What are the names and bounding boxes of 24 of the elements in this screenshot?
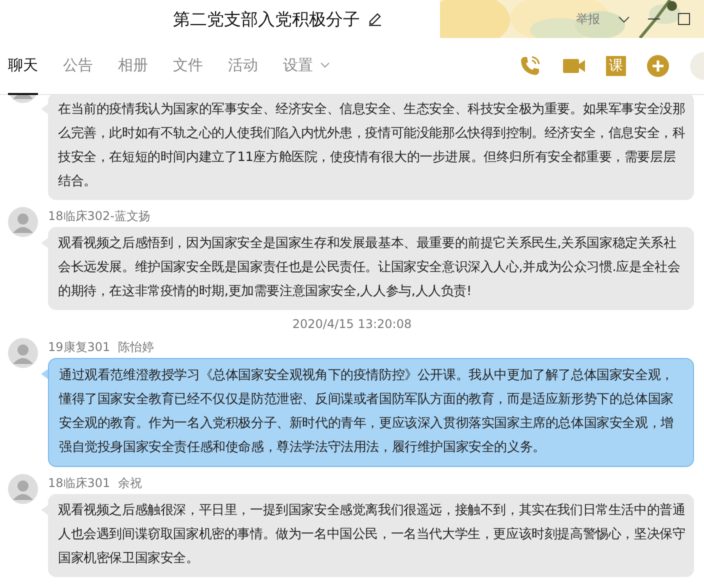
timestamp: 2020/4/15 13:20:08 — [292, 317, 412, 331]
phone-icon[interactable] — [518, 54, 542, 78]
tab[interactable]: 公告 — [63, 38, 93, 94]
tab[interactable]: 活动 — [228, 38, 258, 94]
message-bubble: 通过观看范维澄教授学习《总体国家安全观视角下的疫情防控》公开课。我从中更加了解了总体国家安全观，懂得了国家安全教育已经不仅仅是防范泄密、反间谍或者国防军队方面的教育，而是适应新形势下的总体国家安全观的教育。作为一名入党积极分子、新时代的青年，更应该深入贯彻落实国家主席的总体国家安全观，增强自觉投身国家安全责任感和使命感，尊法学法守法用法，履行维护国家安全的义务。 — [48, 358, 694, 467]
course-button[interactable]: 课 — [606, 56, 626, 76]
sender-name: 陈怡婷 — [118, 338, 154, 356]
sender-name: 19康复301 — [48, 338, 110, 356]
tab[interactable]: 文件 — [173, 38, 203, 94]
tab[interactable]: 设置 — [283, 38, 330, 94]
maximize-icon[interactable] — [678, 13, 690, 25]
tab[interactable]: 相册 — [118, 38, 148, 94]
message-bubble: 观看视频之后感悟到，因为国家安全是国家生存和发展最基本、最重要的前提它关系民生,关系国家稳定关系社会长远发展。维护国家安全既是国家责任也是公民责任。让国家安全意识深入人心,并成为公众习惯.应是全社会的期待，在这非常疫情的时期,更加需要注意国家安全,人人参与,人人负责! — [48, 227, 694, 310]
message-bubble: 观看视频之后感触很深，平日里，一提到国家安全感觉离我们很遥远，接触不到，其实在我们日常生活中的普通人也会遇到间谍窃取国家机密的事情。做为一名中国公民，一名当代大学生，更应该时刻提高警惕心，坚决保守国家机密保卫国家安全。 — [48, 494, 694, 577]
avatar[interactable] — [8, 207, 38, 237]
sender-name: 18临床301 — [48, 474, 110, 492]
sender-name: 18临床302-蓝文扬 — [48, 208, 151, 224]
add-icon[interactable] — [646, 54, 670, 78]
sender-name: 余祝 — [118, 474, 142, 492]
avatar[interactable] — [8, 338, 38, 368]
message-bubble: 在当前的疫情我认为国家的军事安全、经济安全、信息安全、生态安全、科技安全极为重要。如果军事安全没那么完善，此时如有不轨之心的人使我们陷入内忧外患，疫情可能没能那么快得到控制。经济安全，信息安全，科技安全，在短短的时间内建立了11座方舱医院，使疫情有很大的一步进展。但终归所有安全都重要，需要层层结合。 — [48, 95, 694, 200]
window-title: 第二党支部入党积极分子 — [173, 8, 360, 30]
avatar[interactable] — [8, 474, 38, 504]
edit-icon[interactable] — [368, 12, 382, 26]
